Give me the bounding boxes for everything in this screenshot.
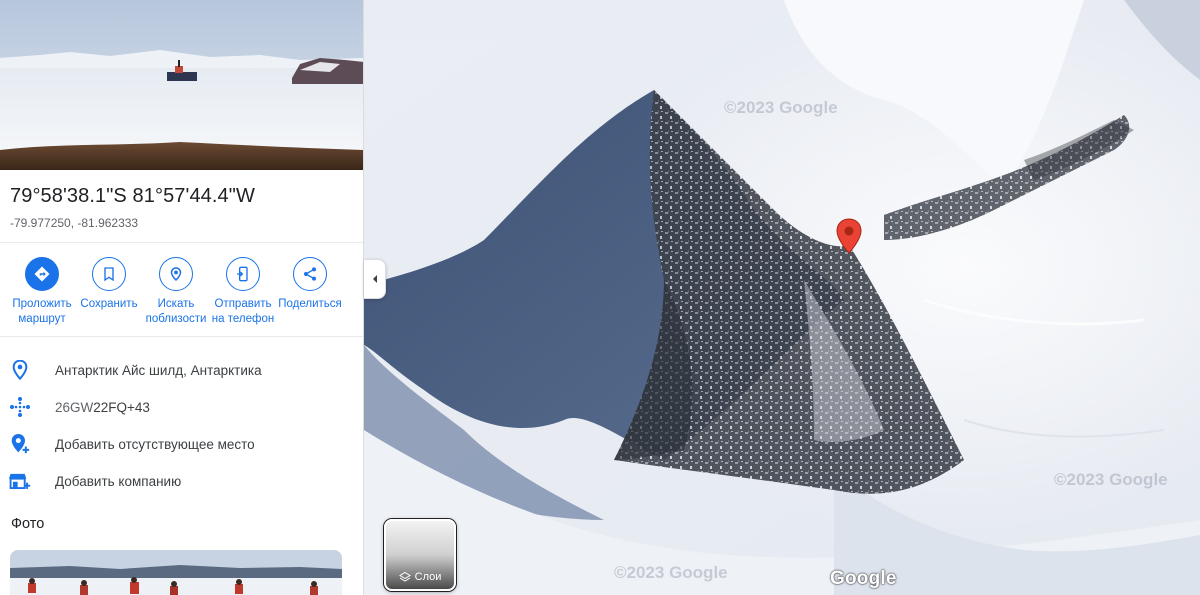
share-icon [293, 257, 327, 291]
add-missing-place-row[interactable]: Добавить отсутствующее место [0, 429, 363, 459]
google-logo: Google [830, 568, 897, 589]
plus-code-text: 26GW22FQ+43 [55, 399, 150, 415]
coordinates-title: 79°58'38.1"S 81°57'44.4"W [10, 185, 255, 207]
add-business-row[interactable]: Добавить компанию [0, 466, 363, 496]
place-hero-photo[interactable] [0, 0, 363, 170]
chevron-left-icon [372, 275, 377, 283]
place-header: 79°58'38.1"S 81°57'44.4"W -79.977250, -8… [10, 185, 355, 230]
layers-button[interactable]: Слои [384, 519, 456, 591]
coordinates-decimal[interactable]: -79.977250, -81.962333 [10, 216, 355, 230]
action-bar: Проложить маршрут Сохранить Искать поблизо… [0, 257, 363, 327]
nearby-button[interactable]: Искать поблизости [141, 257, 211, 327]
send-to-phone-button[interactable]: Отправить на телефон [208, 257, 278, 327]
layers-icon [398, 571, 411, 582]
satellite-map[interactable]: ©2023 Google ©2023 Google ©2023 Google [364, 0, 1200, 595]
map-watermark: ©2023 Google [724, 98, 838, 117]
map-watermark: ©2023 Google [614, 563, 728, 582]
photos-heading: Фото [11, 516, 45, 532]
plus-code-row[interactable]: 26GW22FQ+43 [0, 392, 363, 422]
nearby-label: Искать поблизости [145, 298, 207, 325]
address-row[interactable]: Антарктик Айс шилд, Антарктика [0, 355, 363, 385]
plus-code-icon [9, 396, 31, 418]
share-label: Поделиться [278, 298, 342, 310]
address-text: Антарктик Айс шилд, Антарктика [55, 362, 262, 378]
directions-button[interactable]: Проложить маршрут [7, 257, 77, 327]
place-panel: 79°58'38.1"S 81°57'44.4"W -79.977250, -8… [0, 0, 364, 595]
save-label: Сохранить [80, 298, 138, 310]
send-to-phone-label: Отправить на телефон [211, 298, 275, 325]
layers-label: Слои [386, 571, 454, 583]
collapse-panel-button[interactable] [364, 259, 386, 299]
divider [0, 336, 363, 337]
location-pin-icon [9, 359, 31, 381]
directions-label: Проложить маршрут [12, 298, 72, 325]
share-button[interactable]: Поделиться [275, 257, 345, 312]
divider [0, 242, 363, 243]
save-button[interactable]: Сохранить [74, 257, 144, 312]
location-marker-icon[interactable] [836, 218, 862, 254]
nearby-icon [159, 257, 193, 291]
bookmark-icon [92, 257, 126, 291]
add-business-icon [9, 470, 31, 492]
send-to-phone-icon [226, 257, 260, 291]
add-location-icon [9, 433, 31, 455]
add-business-text: Добавить компанию [55, 473, 182, 489]
map-watermark: ©2023 Google [1054, 470, 1168, 489]
photo-thumbnail[interactable] [10, 550, 342, 595]
add-missing-place-text: Добавить отсутствующее место [55, 436, 255, 452]
directions-icon [25, 257, 59, 291]
